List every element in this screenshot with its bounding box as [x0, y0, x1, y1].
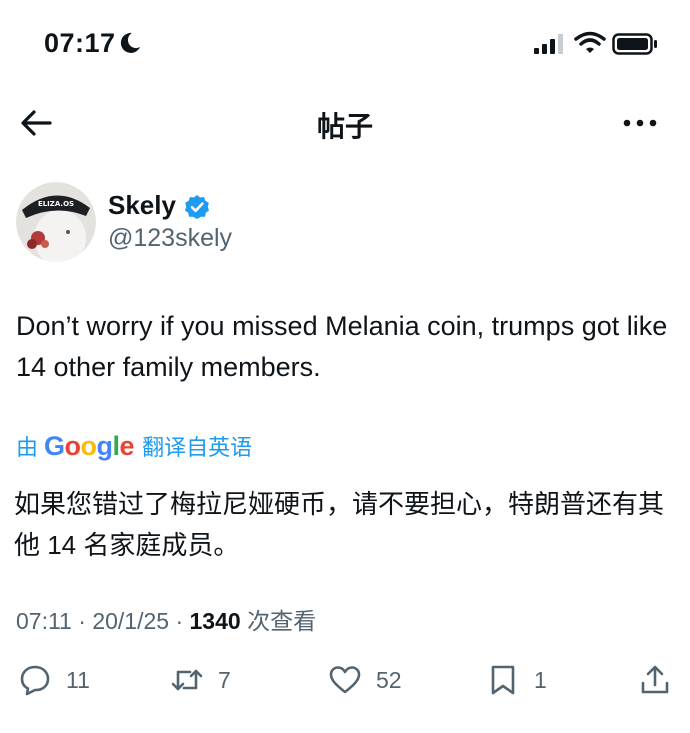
repost-button[interactable]: 7	[170, 660, 231, 700]
tweet-time: 07:11	[16, 608, 72, 634]
heart-icon	[329, 666, 361, 694]
moon-icon	[120, 32, 140, 53]
reply-icon	[20, 665, 50, 696]
verified-badge-icon	[185, 195, 209, 219]
repost-icon	[171, 669, 203, 691]
share-icon	[641, 665, 669, 694]
svg-text:ELIZA.OS: ELIZA.OS	[38, 200, 74, 208]
battery-icon	[612, 33, 657, 55]
google-logo: Google	[44, 430, 135, 461]
reply-count: 11	[66, 666, 90, 693]
views-count: 1340	[189, 608, 241, 634]
views-label: 次查看	[247, 608, 317, 634]
signal-icon	[534, 34, 563, 54]
tweet-date: 20/1/25	[92, 608, 170, 634]
nav-bar: 帖子	[0, 95, 690, 155]
more-options-icon[interactable]	[620, 109, 660, 137]
translate-suffix: 翻译自英语	[142, 435, 253, 460]
repost-count: 7	[218, 666, 231, 693]
bookmark-icon	[491, 665, 515, 695]
tweet-text: Don’t worry if you missed Melania coin, …	[16, 311, 668, 382]
translated-text: 如果您错过了梅拉尼娅硬币，请不要担心，特朗普还有其他 14 名家庭成员。	[14, 489, 665, 560]
status-time: 07:17	[44, 28, 116, 58]
display-name[interactable]: Skely	[108, 190, 176, 221]
translate-prefix: 由	[16, 435, 39, 460]
status-bar: 07:17	[0, 0, 690, 90]
like-count: 52	[376, 666, 402, 693]
reply-button[interactable]: 11	[18, 660, 90, 700]
avatar[interactable]: ELIZA.OS	[16, 182, 96, 262]
meta-separator: ·	[78, 608, 86, 634]
like-button[interactable]: 52	[328, 660, 402, 700]
bookmark-count: 1	[534, 666, 547, 693]
bookmark-button[interactable]: 1	[486, 660, 547, 700]
wifi-icon	[574, 31, 606, 53]
page-title: 帖子	[316, 111, 373, 142]
user-handle[interactable]: @123skely	[108, 224, 232, 253]
translation-attribution[interactable]: 由 Google 翻译自英语	[16, 428, 252, 464]
tweet-meta: 07:11 · 20/1/25 · 1340 次查看	[16, 602, 316, 636]
meta-separator: ·	[175, 608, 184, 634]
share-button[interactable]	[638, 660, 686, 700]
avatar-image: ELIZA.OS	[16, 182, 96, 262]
